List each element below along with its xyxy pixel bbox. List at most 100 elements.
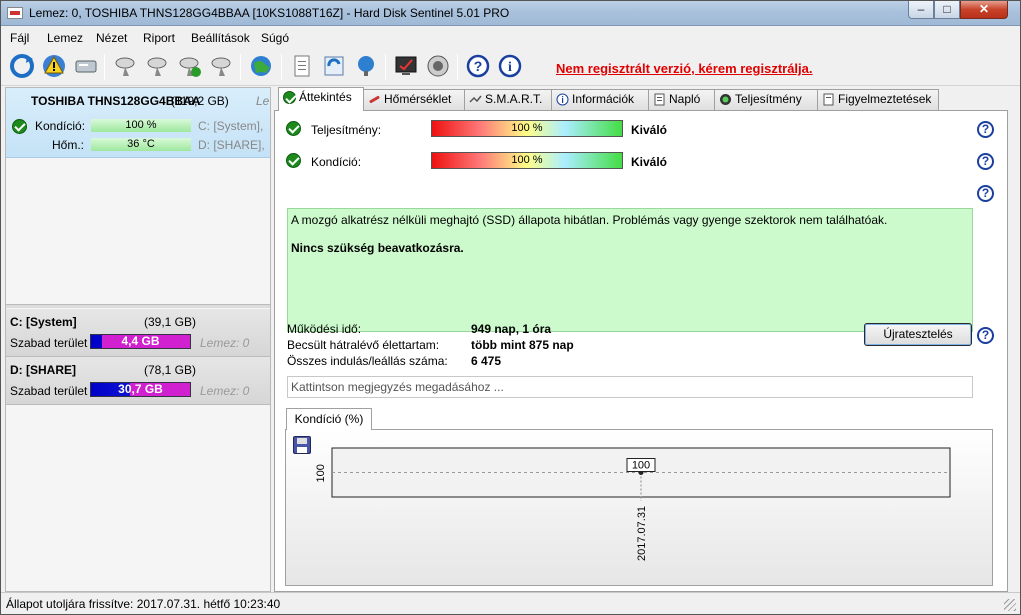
alerts-icon — [823, 93, 834, 106]
performance-bar: 100 % — [431, 120, 623, 137]
document-icon[interactable] — [289, 53, 315, 79]
ok-icon — [12, 119, 27, 134]
status-bar: Állapot utoljára frissítve: 2017.07.31. … — [1, 592, 1020, 614]
partition-name: C: [System] — [10, 315, 77, 329]
ok-icon — [286, 121, 301, 136]
help-icon[interactable]: ? — [977, 121, 994, 138]
lifetime-label: Becsült hátralévő élettartam: — [287, 338, 440, 352]
minimize-button[interactable]: – — [908, 1, 934, 19]
monitor-check-icon[interactable] — [393, 53, 419, 79]
condition-bar: 100 % — [431, 152, 623, 169]
chart-panel: 100 100 2017.07.31 — [285, 429, 993, 586]
svg-text:i: i — [508, 60, 512, 75]
status-message-box: A mozgó alkatrész nélküli meghajtó (SSD)… — [287, 208, 973, 332]
network-icon[interactable] — [353, 53, 379, 79]
menu-disk[interactable]: Lemez — [47, 31, 83, 45]
satellite-dish-icon[interactable] — [209, 53, 235, 79]
tab-overview[interactable]: Áttekintés — [278, 87, 364, 111]
uptime-label: Működési idő: — [287, 322, 362, 336]
toolbar: ? i Nem regisztrált verzió, kérem regisz… — [1, 48, 1020, 86]
tab-smart[interactable]: S.M.A.R.T. — [464, 89, 552, 110]
free-space-bar: 30,7 GB — [90, 382, 191, 397]
satellite-dish-icon[interactable] — [113, 53, 139, 79]
partition-entry[interactable]: C: [System] (39,1 GB) Szabad terület 4,4… — [6, 309, 270, 357]
partition-disk: Lemez: 0 — [200, 384, 250, 398]
satellite-dish-check-icon[interactable] — [177, 53, 203, 79]
startstop-label: Összes indulás/leállás száma: — [287, 354, 448, 368]
tab-information[interactable]: Információk — [551, 89, 649, 110]
partition-size: (39,1 GB) — [144, 315, 197, 329]
partition-entry[interactable]: D: [SHARE] (78,1 GB) Szabad terület 30,7… — [6, 357, 270, 405]
info-icon[interactable]: i — [497, 53, 523, 79]
overview-panel: Teljesítmény: 100 % Kiváló ? Kondíció: 1… — [274, 110, 1008, 592]
main-pane: Áttekintés Hőmérséklet S.M.A.R.T. Inform… — [274, 87, 1008, 592]
menu-file[interactable]: Fájl — [10, 31, 29, 45]
condition-chart: 100 100 2017.07.31 — [315, 447, 951, 561]
y-tick-label: 100 — [315, 464, 327, 482]
disk-list-pane: TOSHIBA THNS128GG4BBAA (119,2 GB) Le Kon… — [5, 87, 271, 592]
warning-icon[interactable] — [41, 53, 67, 79]
x-tick-label: 2017.07.31 — [636, 506, 648, 561]
partition-label-d: D: [SHARE], — [198, 138, 265, 152]
partition-label-c: C: [System], — [198, 119, 264, 133]
condition-mini-bar: 100 % — [91, 119, 191, 132]
smart-icon — [469, 95, 482, 103]
resize-grip[interactable] — [1004, 599, 1016, 611]
thermometer-icon — [369, 96, 380, 103]
refresh-icon[interactable] — [9, 53, 35, 79]
lifetime-value: több mint 875 nap — [471, 338, 574, 352]
temp-label: Hőm.: — [52, 138, 85, 152]
help-icon[interactable]: ? — [977, 185, 994, 202]
tab-temperature[interactable]: Hőmérséklet — [363, 89, 465, 110]
free-space-label: Szabad terület — [10, 384, 88, 398]
free-space-label: Szabad terület — [10, 336, 88, 350]
partition-disk: Lemez: 0 — [200, 336, 250, 350]
disk-entry[interactable]: TOSHIBA THNS128GG4BBAA (119,2 GB) Le Kon… — [6, 88, 270, 158]
menu-help[interactable]: Súgó — [261, 31, 289, 45]
partition-size: (78,1 GB) — [144, 363, 197, 377]
register-link[interactable]: Nem regisztrált verzió, kérem regisztrál… — [556, 61, 813, 76]
help-icon[interactable]: ? — [977, 327, 994, 344]
disk-icon[interactable] — [73, 53, 99, 79]
app-icon — [7, 7, 23, 19]
status-text: Állapot utoljára frissítve: 2017.07.31. … — [6, 597, 281, 611]
menu-settings[interactable]: Beállítások — [191, 31, 250, 45]
condition-label: Kondíció: — [35, 119, 86, 133]
svg-text:?: ? — [474, 58, 483, 74]
log-icon — [654, 93, 665, 106]
uptime-value: 949 nap, 1 óra — [471, 322, 552, 336]
globe-icon[interactable] — [248, 53, 274, 79]
title-bar: Lemez: 0, TOSHIBA THNS128GG4BBAA [10KS10… — [1, 1, 1020, 26]
performance-label: Teljesítmény: — [311, 123, 382, 137]
chart-tab-condition[interactable]: Kondíció (%) — [286, 408, 372, 430]
satellite-dish-icon[interactable] — [145, 53, 171, 79]
menu-view[interactable]: Nézet — [96, 31, 127, 45]
menu-report[interactable]: Riport — [143, 31, 175, 45]
free-space-bar: 4,4 GB — [90, 334, 191, 349]
info-icon — [556, 93, 569, 106]
performance-verdict: Kiváló — [631, 123, 668, 137]
speaker-icon[interactable] — [425, 53, 451, 79]
help-icon[interactable]: ? — [465, 53, 491, 79]
note-input[interactable]: Kattintson megjegyzés megadásához ... — [287, 376, 973, 398]
partition-name: D: [SHARE] — [10, 363, 76, 377]
main-window: Lemez: 0, TOSHIBA THNS128GG4BBAA [10KS10… — [0, 0, 1021, 615]
retest-button[interactable]: Újratesztelés — [864, 323, 972, 346]
update-icon[interactable] — [321, 53, 347, 79]
help-icon[interactable]: ? — [977, 153, 994, 170]
condition-label: Kondíció: — [311, 155, 362, 169]
menu-bar: Fájl Lemez Nézet Riport Beállítások Súgó — [1, 26, 1020, 48]
tab-strip: Áttekintés Hőmérséklet S.M.A.R.T. Inform… — [274, 87, 1008, 111]
tab-alerts[interactable]: Figyelmeztetések — [817, 89, 939, 110]
maximize-button[interactable]: □ — [934, 1, 960, 19]
ok-icon — [283, 91, 296, 104]
tab-log[interactable]: Napló — [648, 89, 715, 110]
disk-size: (119,2 GB) — [171, 94, 229, 108]
gauge-icon — [720, 94, 731, 105]
startstop-value: 6 475 — [471, 354, 502, 368]
pane-splitter[interactable] — [6, 304, 270, 308]
action-message: Nincs szükség beavatkozásra. — [291, 241, 464, 255]
data-label: 100 — [632, 460, 650, 472]
tab-performance[interactable]: Teljesítmény — [714, 89, 818, 110]
close-button[interactable]: ✕ — [960, 1, 1008, 19]
